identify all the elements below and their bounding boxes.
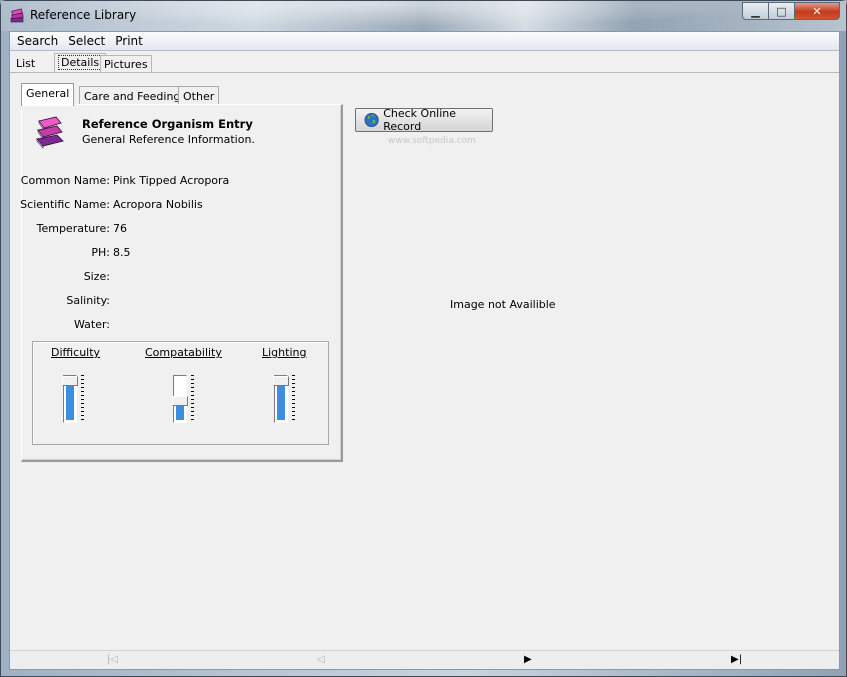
books-icon xyxy=(10,8,24,23)
minimize-icon: ▁ xyxy=(751,4,760,18)
client-area: Search Select Print List Details Picture… xyxy=(9,31,840,670)
ph-value: 8.5 xyxy=(113,246,131,259)
tab-care-label: Care and Feeding xyxy=(84,90,181,103)
globe-icon xyxy=(364,112,379,128)
scientific-name-label: Scientific Name: xyxy=(20,198,110,211)
lighting-thumb[interactable] xyxy=(273,376,289,386)
check-online-record-label: Check Online Record xyxy=(383,107,457,133)
tab-details[interactable]: Details xyxy=(54,53,107,72)
close-icon: ✕ xyxy=(812,4,822,18)
lighting-ticks xyxy=(292,375,295,423)
difficulty-label: Difficulty xyxy=(51,346,101,359)
temperature-label: Temperature: xyxy=(36,222,110,235)
compatability-ticks xyxy=(191,375,194,423)
watermark-text: www.softpedia.com xyxy=(388,136,476,146)
compatability-thumb[interactable] xyxy=(172,396,188,406)
entry-title: Reference Organism Entry xyxy=(82,117,253,131)
main-tab-strip: List Details Pictures xyxy=(10,53,839,73)
general-panel: Reference Organism Entry General Referen… xyxy=(20,104,343,462)
menu-select[interactable]: Select xyxy=(63,34,110,48)
difficulty-fill xyxy=(66,380,74,420)
scientific-name-value: Acropora Nobilis xyxy=(113,198,203,211)
tab-list[interactable]: List xyxy=(13,55,38,73)
tab-other[interactable]: Other xyxy=(178,86,220,105)
check-online-record-button[interactable]: Check Online Record xyxy=(355,107,493,133)
difficulty-ticks xyxy=(81,375,84,423)
close-button[interactable]: ✕ xyxy=(795,2,840,20)
first-record-button[interactable]: |◁ xyxy=(107,654,118,665)
previous-record-button[interactable]: ◁ xyxy=(317,654,325,665)
compatability-slider[interactable] xyxy=(172,375,188,423)
common-name-value: Pink Tipped Acropora xyxy=(113,174,230,187)
compatability-label: Compatability xyxy=(145,346,222,359)
menu-print[interactable]: Print xyxy=(110,34,148,48)
window-title: Reference Library xyxy=(30,8,137,22)
application-window: Reference Library ▁ □ ✕ Search Select Pr… xyxy=(0,0,847,677)
window-controls: ▁ □ ✕ xyxy=(742,2,840,21)
difficulty-thumb[interactable] xyxy=(62,376,78,386)
lighting-label: Lighting xyxy=(262,346,307,359)
size-label: Size: xyxy=(83,270,110,283)
tab-general[interactable]: General xyxy=(21,83,75,106)
navigation-bar: |◁ ◁ ▶ ▶| xyxy=(10,650,839,669)
maximize-button[interactable]: □ xyxy=(769,2,795,20)
next-record-button[interactable]: ▶ xyxy=(524,654,532,665)
difficulty-slider[interactable] xyxy=(62,375,78,423)
tab-pictures-label: Pictures xyxy=(104,58,148,71)
salinity-label: Salinity: xyxy=(66,294,110,307)
last-record-button[interactable]: ▶| xyxy=(731,654,742,665)
ratings-group: Difficulty Compatability Lighting xyxy=(32,341,329,445)
menu-search[interactable]: Search xyxy=(12,34,63,48)
water-label: Water: xyxy=(73,318,110,331)
menu-bar: Search Select Print xyxy=(10,32,839,51)
entry-subtitle: General Reference Information. xyxy=(82,133,255,146)
books-icon xyxy=(36,116,64,149)
title-bar[interactable]: Reference Library ▁ □ ✕ xyxy=(1,1,846,31)
minimize-button[interactable]: ▁ xyxy=(742,2,769,20)
maximize-icon: □ xyxy=(776,4,787,18)
tab-pictures[interactable]: Pictures xyxy=(100,55,152,73)
details-panel: General Care and Feeding Other Reference… xyxy=(10,72,839,650)
tab-details-label: Details xyxy=(58,55,103,70)
image-not-available-text: Image not Availible xyxy=(450,298,556,311)
lighting-fill xyxy=(277,380,285,420)
tab-general-label: General xyxy=(26,87,70,100)
lighting-slider[interactable] xyxy=(273,375,289,423)
temperature-value: 76 xyxy=(113,222,127,235)
tab-list-label: List xyxy=(16,57,36,70)
common-name-label: Common Name: xyxy=(20,174,110,187)
ph-label: PH: xyxy=(91,246,110,259)
tab-care-and-feeding[interactable]: Care and Feeding xyxy=(79,86,186,105)
tab-other-label: Other xyxy=(183,90,215,103)
